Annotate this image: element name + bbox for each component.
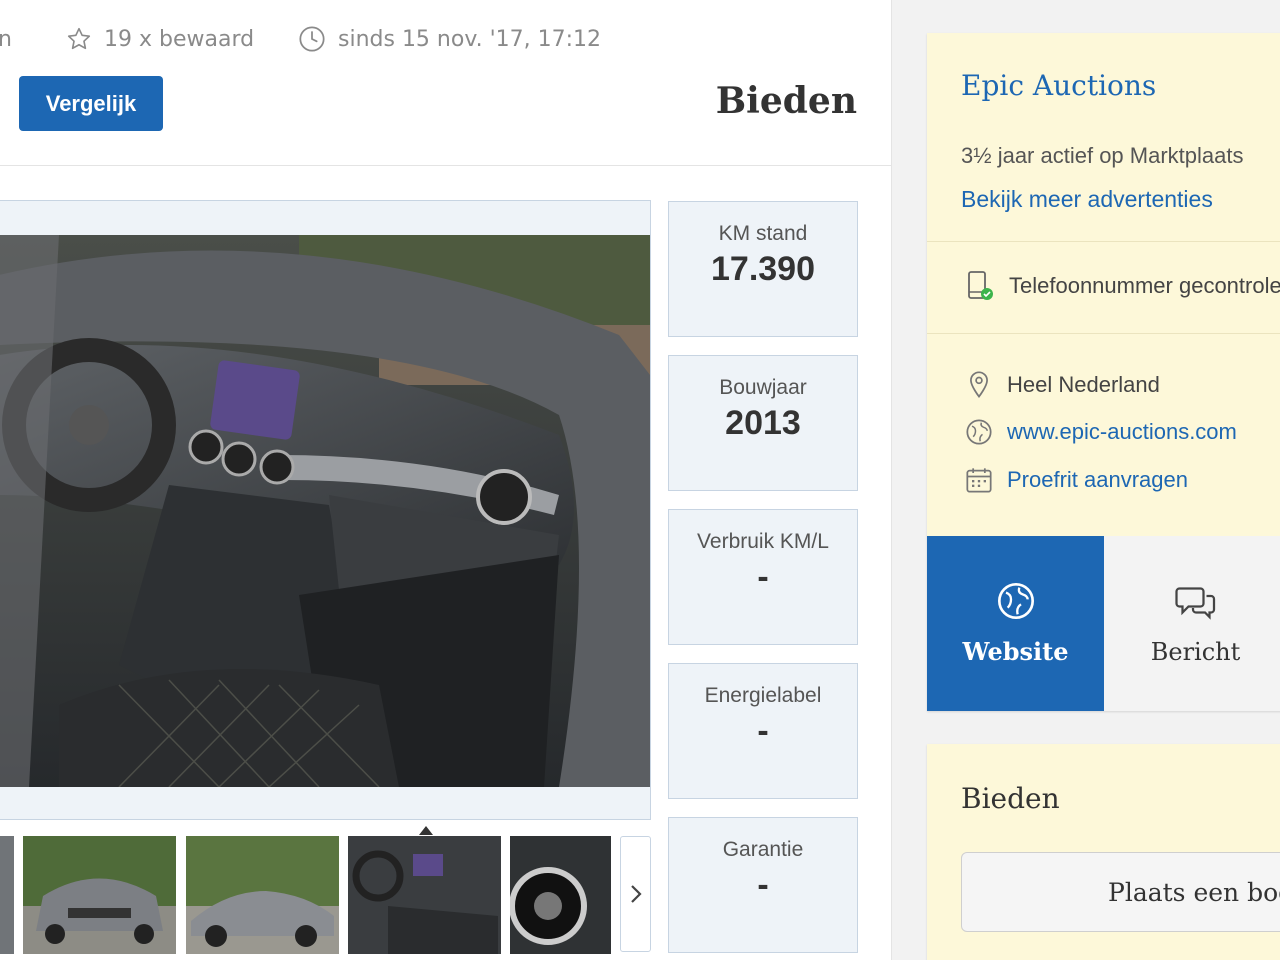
divider (927, 333, 1280, 334)
globe-icon (997, 583, 1034, 619)
divider (927, 241, 1280, 242)
location-pin-icon (970, 371, 988, 398)
spec-value: - (757, 712, 769, 750)
spec-energy-label: Energielabel - (668, 663, 858, 799)
phone-check-icon (968, 271, 993, 300)
main-photo[interactable] (0, 235, 650, 787)
spec-consumption: Verbruik KM/L - (668, 509, 858, 645)
meta-truncated: n (0, 22, 12, 56)
car-interior-photo (0, 235, 650, 787)
spec-label: Verbruik KM/L (697, 530, 829, 553)
thumbnails-next-button[interactable] (620, 836, 651, 952)
spec-value: 2013 (725, 404, 801, 442)
phone-verified-text: Telefoonnummer gecontroleerd (1009, 273, 1280, 298)
phone-verified: Telefoonnummer gecontroleerd (965, 270, 1280, 302)
seller-more-ads-link[interactable]: Bekijk meer advertenties (961, 186, 1213, 213)
calendar-icon (966, 468, 992, 493)
thumbnail[interactable] (186, 836, 339, 954)
spec-value: - (757, 866, 769, 904)
spec-label: Garantie (722, 838, 804, 861)
saved-count: 19 x bewaard (66, 22, 254, 56)
seller-name[interactable]: Epic Auctions (961, 69, 1156, 102)
thumbnail[interactable] (510, 836, 611, 954)
bid-card-title: Bieden (961, 782, 1060, 815)
location-text: Heel Nederland (1007, 372, 1160, 397)
seller-website-link[interactable]: www.epic-auctions.com (965, 418, 1237, 446)
seller-location: Heel Nederland (965, 370, 1160, 400)
bid-card: Bieden Plaats een bod (927, 744, 1280, 960)
compare-button[interactable]: Vergelijk (19, 76, 163, 131)
website-button-label: Website (962, 637, 1069, 666)
test-drive-text[interactable]: Proefrit aanvragen (1007, 467, 1188, 493)
seller-active-duration: 3½ jaar actief op Marktplaats (961, 143, 1244, 168)
thumbnail-active[interactable] (348, 836, 501, 954)
website-button[interactable]: Website (927, 536, 1104, 711)
message-button[interactable]: Bericht (1104, 536, 1280, 711)
seller-card: Epic Auctions 3½ jaar actief op Marktpla… (927, 33, 1280, 711)
spec-build-year: Bouwjaar 2013 (668, 355, 858, 491)
bid-heading: Bieden (715, 80, 857, 122)
place-bid-button[interactable]: Plaats een bod (961, 852, 1280, 932)
saved-count-text: 19 x bewaard (104, 26, 255, 52)
spec-value: - (757, 558, 769, 596)
listing-main: n 19 x bewaard sinds 15 nov. '17, 17:12 … (0, 0, 892, 960)
meta-truncated-text: n (0, 26, 12, 52)
divider (0, 165, 892, 166)
spec-label: Bouwjaar (719, 376, 807, 399)
spec-label: Energielabel (704, 684, 822, 707)
clock-icon (299, 26, 325, 52)
chat-bubbles-icon (1174, 586, 1215, 620)
thumbnail[interactable] (0, 836, 14, 954)
active-thumbnail-indicator (419, 826, 433, 835)
test-drive-link[interactable]: Proefrit aanvragen (965, 466, 1188, 494)
thumbnail[interactable] (23, 836, 176, 954)
spec-value: 17.390 (711, 250, 815, 288)
star-icon (67, 27, 91, 50)
listed-since: sinds 15 nov. '17, 17:12 (298, 22, 601, 56)
globe-icon (966, 419, 992, 445)
chevron-right-icon (630, 885, 642, 903)
spec-warranty: Garantie - (668, 817, 858, 953)
spec-label: KM stand (718, 222, 808, 245)
listed-since-text: sinds 15 nov. '17, 17:12 (338, 26, 602, 52)
thumbnail-strip (0, 836, 652, 960)
spec-mileage: KM stand 17.390 (668, 201, 858, 337)
photo-gallery (0, 200, 651, 820)
website-url-text[interactable]: www.epic-auctions.com (1007, 419, 1237, 445)
message-button-label: Bericht (1150, 637, 1241, 666)
